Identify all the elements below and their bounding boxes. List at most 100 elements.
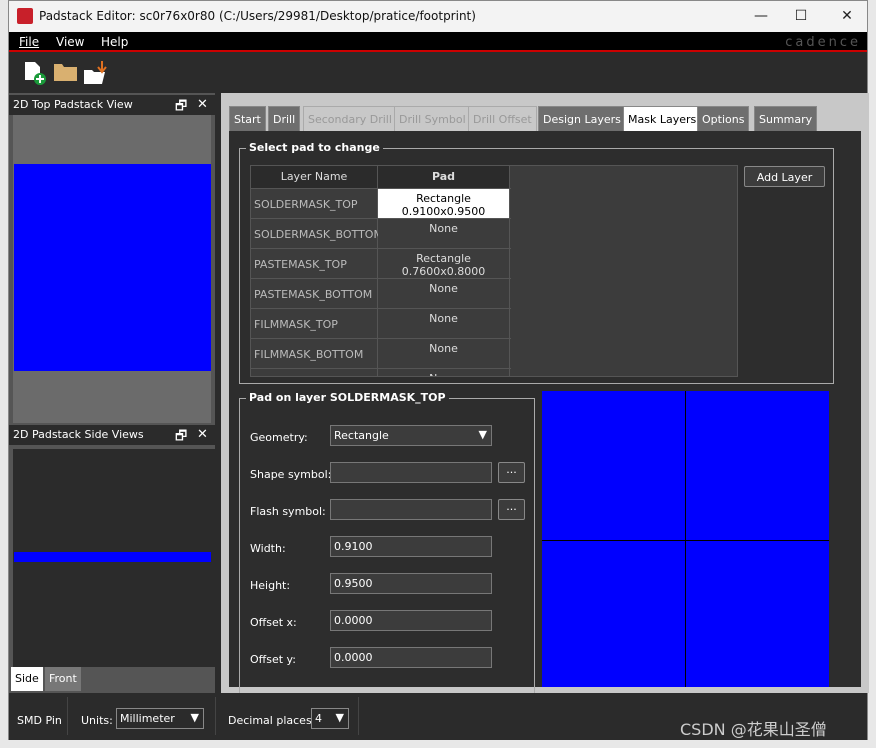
layer-name-cell[interactable]: SOLDERMASK_TOP	[251, 189, 378, 219]
units-label: Units:	[81, 714, 113, 727]
units-value: Millimeter	[120, 712, 175, 725]
pad-cell[interactable]: None	[378, 339, 510, 369]
minimize-button[interactable]: —	[741, 5, 781, 27]
mask-layer-table: Layer Name Pad SOLDERMASK_TOP Rectangle 0…	[250, 165, 738, 377]
tab-side[interactable]: Side	[11, 667, 43, 691]
menu-bar: File View Help cadence	[9, 32, 867, 52]
side-view-title: 2D Padstack Side Views	[13, 428, 144, 441]
tab-mask-layers[interactable]: Mask Layers	[623, 106, 702, 131]
tab-options[interactable]: Options	[697, 106, 750, 131]
geometry-select[interactable]: Rectangle ▼	[330, 425, 492, 446]
pad-side-shape	[14, 552, 211, 562]
pin-type: SMD Pin	[17, 714, 62, 727]
pad-cell[interactable]: None	[378, 279, 510, 309]
width-label: Width:	[250, 542, 286, 555]
select-pad-title: Select pad to change	[246, 141, 383, 154]
table-row[interactable]: SOLDERMASK_TOP Rectangle 0.9100x0.9500	[251, 188, 511, 219]
close-icon[interactable]: ✕	[197, 97, 208, 112]
toolbar	[9, 54, 867, 93]
title-bar: Padstack Editor: sc0r76x0r80 (C:/Users/2…	[9, 1, 867, 32]
pad-cell[interactable]: Rectangle 0.9100x0.9500	[378, 189, 510, 219]
preview-h-axis	[542, 540, 829, 541]
geometry-value: Rectangle	[334, 429, 389, 442]
tab-secondary-drill[interactable]: Secondary Drill	[303, 106, 397, 131]
divider	[67, 697, 68, 735]
table-row[interactable]: FILMMASK_TOP None	[251, 308, 511, 339]
pad-cell[interactable]: None	[378, 309, 510, 339]
pad-layer-title: Pad on layer SOLDERMASK_TOP	[246, 391, 449, 404]
cadence-logo: cadence	[785, 35, 861, 50]
offset-x-input[interactable]: 0.0000	[330, 610, 492, 631]
open-folder-icon[interactable]	[53, 60, 79, 86]
add-layer-button[interactable]: Add Layer	[744, 166, 825, 187]
chevron-down-icon: ▼	[335, 711, 344, 724]
tab-drill[interactable]: Drill	[268, 106, 301, 131]
pad-layer-group: Pad on layer SOLDERMASK_TOP Geometry: Re…	[239, 391, 535, 698]
table-row[interactable]: SOLDERMASK_BOTTOM None	[251, 218, 511, 249]
menu-file[interactable]: File	[19, 35, 39, 49]
maximize-button[interactable]: ☐	[781, 5, 821, 27]
tab-design-layers[interactable]: Design Layers	[538, 106, 626, 131]
layer-name-cell[interactable]: PASTEMASK_TOP	[251, 249, 378, 279]
height-label: Height:	[250, 579, 291, 592]
layer-name-cell[interactable]	[251, 369, 378, 376]
close-icon[interactable]: ✕	[197, 427, 208, 442]
tab-start[interactable]: Start	[229, 106, 266, 131]
side-view-header: 2D Padstack Side Views 🗗 ✕	[9, 425, 215, 445]
app-icon	[17, 8, 33, 24]
height-input[interactable]: 0.9500	[330, 573, 492, 594]
window-title: Padstack Editor: sc0r76x0r80 (C:/Users/2…	[39, 9, 476, 23]
width-input[interactable]: 0.9100	[330, 536, 492, 557]
select-pad-group: Select pad to change Layer Name Pad SOLD…	[239, 141, 834, 384]
preview-v-axis	[685, 391, 686, 687]
flash-symbol-label: Flash symbol:	[250, 505, 326, 518]
top-view-header: 2D Top Padstack View 🗗 ✕	[9, 95, 215, 115]
top-padstack-view	[13, 115, 211, 423]
decimal-value: 4	[315, 712, 322, 725]
tab-front[interactable]: Front	[45, 667, 81, 691]
top-view-title: 2D Top Padstack View	[13, 98, 133, 111]
menu-help[interactable]: Help	[101, 35, 128, 49]
layer-name-cell[interactable]: PASTEMASK_BOTTOM	[251, 279, 378, 309]
layer-name-cell[interactable]: FILMMASK_BOTTOM	[251, 339, 378, 369]
layer-name-cell[interactable]: FILMMASK_TOP	[251, 309, 378, 339]
main-panel: Start Drill Secondary Drill Drill Symbol…	[221, 93, 869, 698]
shape-symbol-label: Shape symbol:	[250, 468, 332, 481]
divider	[358, 697, 359, 735]
close-window-button[interactable]: ✕	[827, 5, 867, 27]
decimal-places-select[interactable]: 4 ▼	[311, 708, 349, 729]
header-pad: Pad	[378, 166, 510, 188]
tab-summary[interactable]: Summary	[754, 106, 818, 131]
table-row[interactable]: PASTEMASK_TOP Rectangle 0.7600x0.8000	[251, 248, 511, 279]
pad-cell[interactable]: Rectangle 0.7600x0.8000	[378, 249, 510, 279]
layer-name-cell[interactable]: SOLDERMASK_BOTTOM	[251, 219, 383, 249]
shape-symbol-input[interactable]	[330, 462, 492, 483]
side-padstack-view	[13, 449, 215, 667]
menu-view[interactable]: View	[56, 35, 84, 49]
table-row[interactable]: PASTEMASK_BOTTOM None	[251, 278, 511, 309]
table-row[interactable]: None	[251, 368, 511, 376]
offset-y-input[interactable]: 0.0000	[330, 647, 492, 668]
table-scrollbar[interactable]	[737, 168, 738, 316]
flash-browse-button[interactable]: ...	[498, 499, 525, 520]
geometry-label: Geometry:	[250, 431, 308, 444]
shape-browse-button[interactable]: ...	[498, 462, 525, 483]
pad-preview	[542, 391, 829, 687]
pad-cell[interactable]: None	[378, 219, 510, 249]
watermark: CSDN @花果山圣僧	[680, 720, 827, 739]
chevron-down-icon: ▼	[478, 428, 487, 441]
left-panel: 2D Top Padstack View 🗗 ✕ 2D Padstack Sid…	[9, 93, 215, 693]
decimal-places-label: Decimal places:	[228, 714, 316, 727]
mask-layers-content: Select pad to change Layer Name Pad SOLD…	[229, 131, 861, 698]
pad-top-shape	[14, 164, 211, 371]
import-folder-icon[interactable]	[83, 60, 109, 86]
offset-y-label: Offset y:	[250, 653, 296, 666]
flash-symbol-input[interactable]	[330, 499, 492, 520]
table-row[interactable]: FILMMASK_BOTTOM None	[251, 338, 511, 369]
float-icon[interactable]: 🗗	[175, 427, 187, 449]
units-select[interactable]: Millimeter ▼	[116, 708, 204, 729]
pad-cell[interactable]: None	[378, 369, 510, 376]
new-file-icon[interactable]	[23, 60, 49, 86]
tab-drill-offset[interactable]: Drill Offset	[468, 106, 537, 131]
tab-drill-symbol[interactable]: Drill Symbol	[394, 106, 471, 131]
